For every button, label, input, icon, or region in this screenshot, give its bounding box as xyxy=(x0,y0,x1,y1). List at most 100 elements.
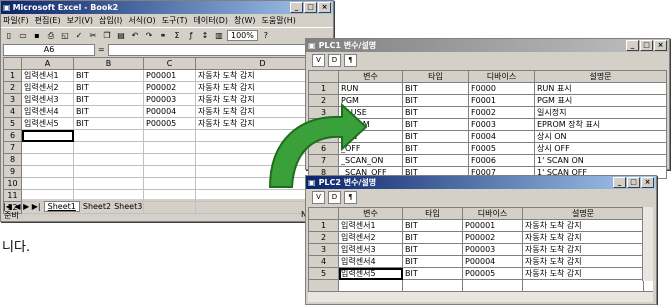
select-all-corner[interactable] xyxy=(3,57,22,70)
type-cell[interactable]: BIT xyxy=(402,219,463,232)
plc1-header-device[interactable]: 디바이스 xyxy=(468,70,535,83)
variable-cell[interactable]: RUN xyxy=(338,82,403,95)
row-number[interactable]: 4 xyxy=(308,255,339,268)
cell-c[interactable] xyxy=(143,201,196,214)
cell-b[interactable]: BIT xyxy=(73,117,144,130)
cell-b[interactable]: BIT xyxy=(73,81,144,94)
row-number[interactable] xyxy=(308,279,339,291)
copy-icon[interactable]: ❐ xyxy=(101,30,113,42)
paste-icon[interactable]: ▤ xyxy=(115,30,127,42)
type-cell[interactable] xyxy=(402,279,463,291)
cut-icon[interactable]: ✂ xyxy=(87,30,99,42)
autosum-icon[interactable]: Σ xyxy=(171,30,183,42)
cell-a[interactable] xyxy=(21,165,74,178)
variable-cell[interactable] xyxy=(338,279,403,291)
col-header-b[interactable]: B xyxy=(73,57,144,70)
menu-item[interactable]: 파일(F) xyxy=(3,15,29,26)
device-cell[interactable]: P00003 xyxy=(462,243,523,256)
plc2-header-var[interactable]: 변수 xyxy=(338,207,403,220)
device-cell[interactable]: F0003 xyxy=(468,118,535,131)
type-cell[interactable]: BIT xyxy=(402,243,463,256)
device-cell[interactable]: P00004 xyxy=(462,255,523,268)
plc2-horizontal-scrollbar[interactable] xyxy=(308,291,653,302)
new-icon[interactable]: ▯ xyxy=(3,30,15,42)
variable-cell[interactable]: 입력센서5 xyxy=(338,267,403,280)
row-header[interactable]: 2 xyxy=(3,81,22,94)
device-cell[interactable]: P00005 xyxy=(462,267,523,280)
cell-a[interactable]: 입력센서5 xyxy=(21,117,74,130)
cell-c[interactable]: P00005 xyxy=(143,117,196,130)
cell-a[interactable] xyxy=(21,153,74,166)
description-cell[interactable]: 자동차 도착 감지 xyxy=(522,243,644,256)
description-cell[interactable]: RUN 표시 xyxy=(534,82,667,95)
sort-icon[interactable]: ↕ xyxy=(199,30,211,42)
plc2-header-type[interactable]: 타입 xyxy=(402,207,463,220)
type-cell[interactable]: BIT xyxy=(402,231,463,244)
tab-sheet2[interactable]: Sheet2 xyxy=(83,202,111,211)
cell-b[interactable] xyxy=(73,129,144,142)
description-cell[interactable]: 일시정지 xyxy=(534,106,667,119)
device-cell[interactable]: F0000 xyxy=(468,82,535,95)
row-number[interactable]: 5 xyxy=(308,267,339,280)
menu-item[interactable]: 도구(T) xyxy=(162,15,188,26)
type-cell[interactable]: BIT xyxy=(402,118,469,131)
plc2-header-device[interactable]: 디바이스 xyxy=(462,207,523,220)
plc2-maximize-button[interactable]: □ xyxy=(627,177,640,188)
cell-a[interactable]: 입력센서3 xyxy=(21,93,74,106)
variable-cell[interactable]: 입력센서3 xyxy=(338,243,403,256)
device-cell[interactable] xyxy=(462,279,523,291)
plc1-close-button[interactable]: × xyxy=(654,40,667,51)
device-cell[interactable]: F0001 xyxy=(468,94,535,107)
type-cell[interactable]: BIT xyxy=(402,94,469,107)
cell-c[interactable]: P00003 xyxy=(143,93,196,106)
cell-c[interactable] xyxy=(143,189,196,202)
cell-b[interactable] xyxy=(73,165,144,178)
cell-c[interactable] xyxy=(143,129,196,142)
cell-b[interactable] xyxy=(73,153,144,166)
menu-item[interactable]: 보기(V) xyxy=(67,15,93,26)
type-cell[interactable]: BIT xyxy=(402,154,469,167)
plc1-comment-icon[interactable]: ¶ xyxy=(344,53,357,67)
type-cell[interactable]: BIT xyxy=(402,130,469,143)
tab-sheet1[interactable]: Sheet1 xyxy=(43,201,80,212)
cell-c[interactable]: P00004 xyxy=(143,105,196,118)
cell-c[interactable] xyxy=(143,177,196,190)
row-header[interactable]: 11 xyxy=(3,189,22,202)
plc1-header-var[interactable]: 변수 xyxy=(338,70,403,83)
row-number[interactable]: 1 xyxy=(308,82,339,95)
close-button[interactable]: × xyxy=(318,2,331,13)
row-header[interactable]: 3 xyxy=(3,93,22,106)
cell-a[interactable] xyxy=(21,189,74,202)
device-cell[interactable]: F0006 xyxy=(468,154,535,167)
spell-icon[interactable]: ✓ xyxy=(73,30,85,42)
cell-a[interactable]: 입력센서1 xyxy=(21,69,74,82)
cell-b[interactable] xyxy=(73,189,144,202)
col-header-c[interactable]: C xyxy=(143,57,196,70)
save-icon[interactable]: ▪ xyxy=(31,30,43,42)
row-header[interactable]: 7 xyxy=(3,141,22,154)
plc1-device-icon[interactable]: D xyxy=(328,53,341,67)
row-header[interactable]: 4 xyxy=(3,105,22,118)
description-cell[interactable] xyxy=(522,279,644,291)
tab-sheet3[interactable]: Sheet3 xyxy=(114,202,142,211)
cell-a[interactable] xyxy=(21,129,74,142)
cell-b[interactable]: BIT xyxy=(73,93,144,106)
menu-item[interactable]: 삽입(I) xyxy=(99,15,122,26)
row-header[interactable]: 6 xyxy=(3,129,22,142)
chart-icon[interactable]: ▥ xyxy=(213,30,225,42)
device-cell[interactable]: F0005 xyxy=(468,142,535,155)
cell-b[interactable]: BIT xyxy=(73,69,144,82)
device-cell[interactable]: P00001 xyxy=(462,219,523,232)
device-cell[interactable]: F0004 xyxy=(468,130,535,143)
row-header[interactable]: 10 xyxy=(3,177,22,190)
preview-icon[interactable]: ◱ xyxy=(59,30,71,42)
row-header[interactable]: 1 xyxy=(3,69,22,82)
cell-b[interactable] xyxy=(73,141,144,154)
description-cell[interactable]: 자동차 도착 감지 xyxy=(522,219,644,232)
cell-c[interactable] xyxy=(143,153,196,166)
menu-item[interactable]: 도움말(H) xyxy=(262,15,296,26)
cell-c[interactable] xyxy=(143,141,196,154)
menu-item[interactable]: 편집(E) xyxy=(35,15,61,26)
plc2-header-desc[interactable]: 설명문 xyxy=(522,207,644,220)
variable-cell[interactable]: 입력센서4 xyxy=(338,255,403,268)
